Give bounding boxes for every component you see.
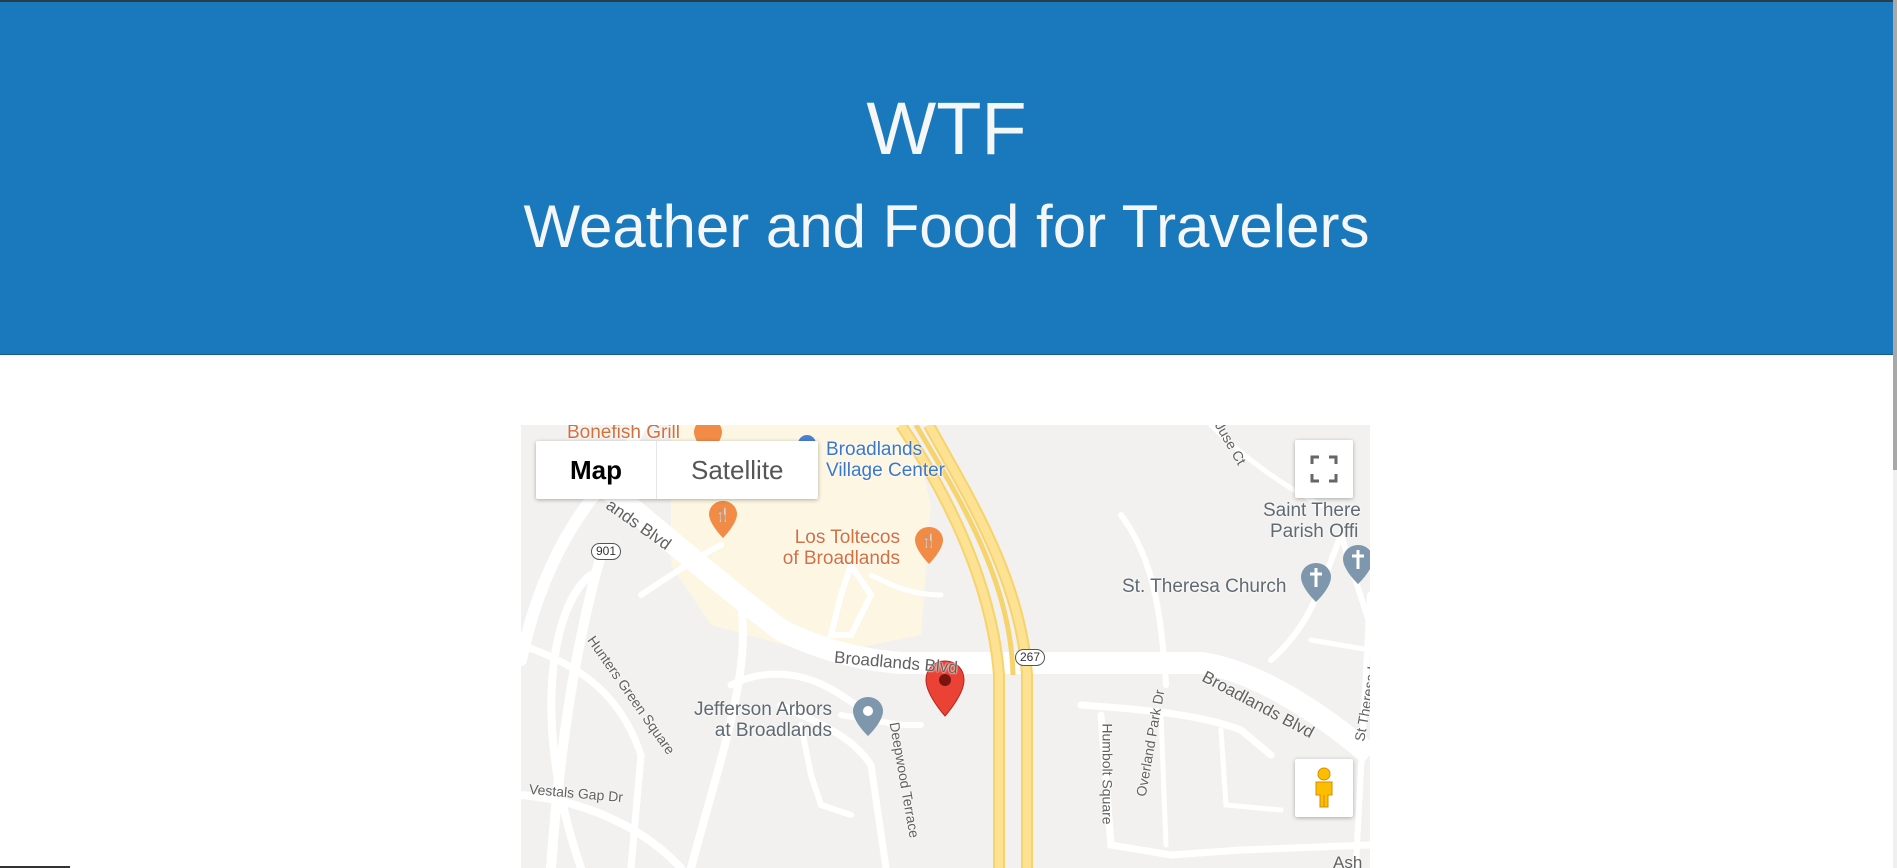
- map-view[interactable]: 🍴 🍴 Bonefish Grill Broadlands Village Ce…: [521, 425, 1370, 868]
- fullscreen-icon: [1310, 455, 1338, 483]
- church-icon[interactable]: [1301, 563, 1331, 602]
- road-label: Humbolt Square: [1099, 723, 1116, 825]
- page-header: WTF Weather and Food for Travelers: [0, 0, 1893, 355]
- fullscreen-button[interactable]: [1295, 440, 1353, 498]
- place-label-los-toltecos[interactable]: Los Toltecos: [790, 527, 900, 548]
- place-label-saint-theresa-parish[interactable]: Parish Offi: [1270, 521, 1358, 542]
- place-label-jefferson-arbors[interactable]: Jefferson Arbors: [692, 699, 832, 720]
- place-label-st-theresa-church[interactable]: St. Theresa Church: [1122, 576, 1286, 597]
- route-shield: 267: [1015, 649, 1046, 666]
- church-icon[interactable]: [1343, 545, 1370, 584]
- road-label: Ash: [1333, 853, 1363, 868]
- place-label-saint-theresa-parish[interactable]: Saint There: [1263, 500, 1361, 521]
- place-label-broadlands-village[interactable]: Broadlands: [826, 439, 922, 460]
- place-label-los-toltecos[interactable]: of Broadlands: [780, 548, 900, 569]
- svg-text:🍴: 🍴: [715, 507, 731, 523]
- svg-text:🍴: 🍴: [921, 533, 937, 549]
- place-icon[interactable]: [853, 697, 883, 736]
- place-label-jefferson-arbors[interactable]: at Broadlands: [692, 720, 832, 741]
- page-subtitle: Weather and Food for Travelers: [523, 193, 1370, 260]
- page-title: WTF: [866, 87, 1027, 170]
- pegman-icon: [1315, 767, 1333, 808]
- map-type-control: Map Satellite: [536, 441, 818, 499]
- place-label-broadlands-village[interactable]: Village Center: [826, 460, 945, 481]
- route-shield: 901: [591, 543, 622, 560]
- street-view-button[interactable]: [1295, 759, 1353, 817]
- page-scrollbar-thumb[interactable]: [1893, 0, 1897, 470]
- map-type-satellite-button[interactable]: Satellite: [657, 441, 818, 499]
- map-type-map-button[interactable]: Map: [536, 441, 657, 499]
